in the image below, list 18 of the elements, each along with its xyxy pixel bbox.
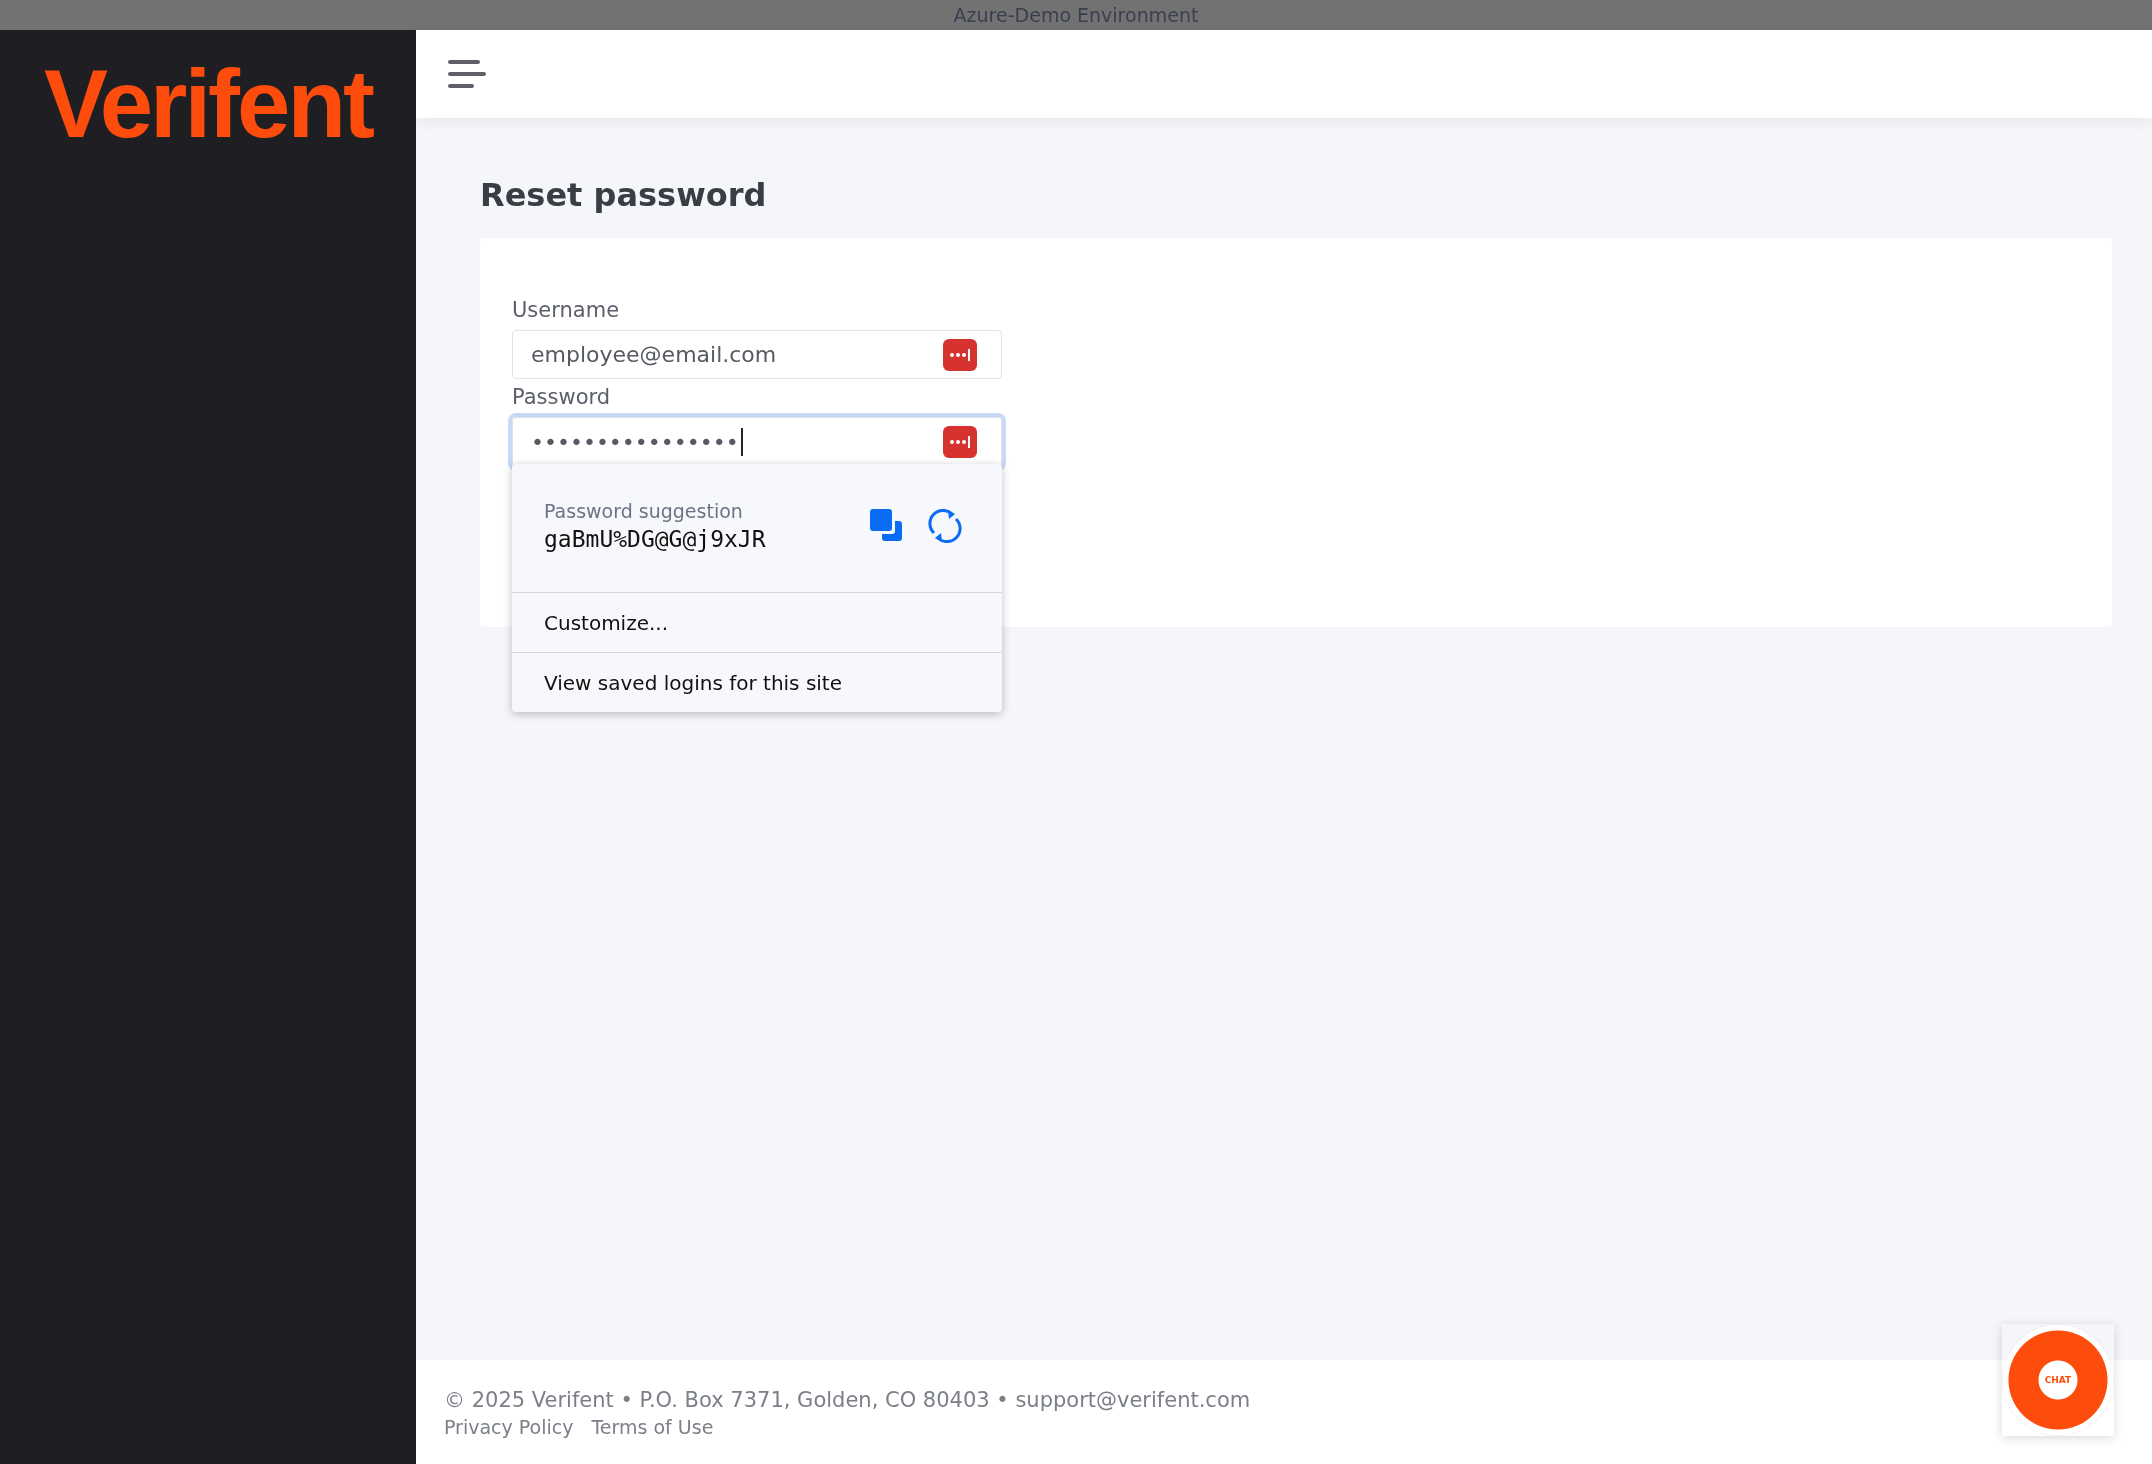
- dots-icon[interactable]: [943, 426, 977, 458]
- popup-menu-item[interactable]: View saved logins for this site: [512, 653, 1002, 712]
- footer-link[interactable]: Privacy Policy: [444, 1416, 574, 1438]
- field-label: Password: [512, 385, 612, 409]
- copy-icon[interactable]: [870, 509, 904, 543]
- refresh-icon[interactable]: [928, 509, 962, 543]
- suggested-password[interactable]: gaBmU%DG@G@j9xJR: [544, 526, 846, 552]
- field-label: Username: [512, 298, 621, 322]
- window-title: Azure-Demo Environment: [953, 4, 1199, 26]
- suggestion-label: Password suggestion: [544, 500, 744, 522]
- page-title: Reset password: [480, 176, 768, 214]
- menu-icon[interactable]: [448, 58, 486, 90]
- logo[interactable]: Verifent: [43, 56, 373, 152]
- input-field[interactable]: employee@email.com: [512, 330, 1002, 379]
- footer-link[interactable]: Terms of Use: [591, 1416, 714, 1438]
- footer-text: © 2025 Verifent • P.O. Box 7371, Golden, CO 80403 • support@verifent.com: [444, 1388, 1252, 1412]
- dots-icon[interactable]: [943, 338, 977, 371]
- popup-menu-item[interactable]: Customize...: [512, 593, 1002, 653]
